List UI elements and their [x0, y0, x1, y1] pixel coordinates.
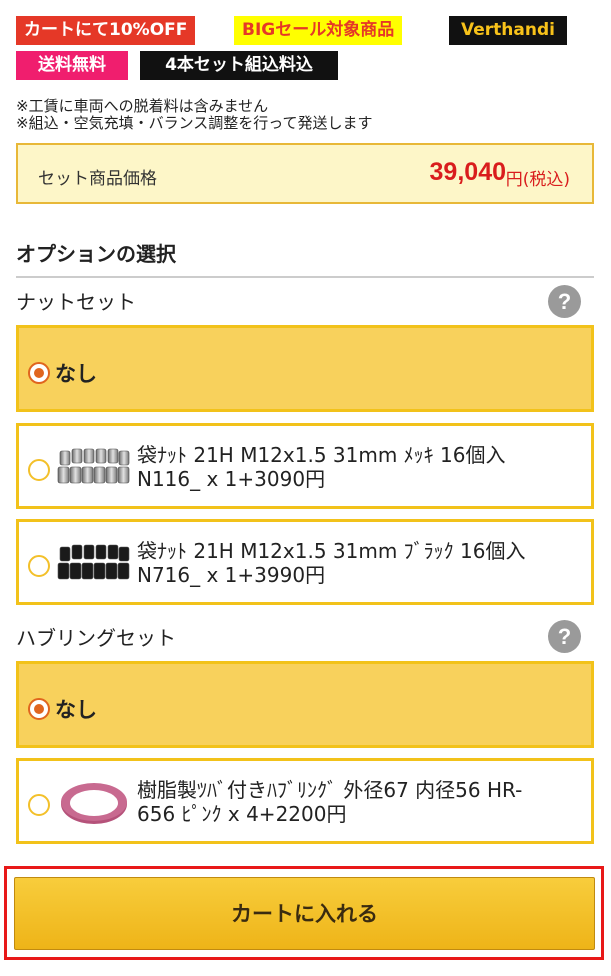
big-sale-tag: BIGセール対象商品 [234, 16, 403, 45]
add-to-cart-button[interactable]: カートに入れる [14, 877, 595, 950]
hub-ring-option-none-label: なし [55, 698, 97, 722]
price-unit: 円(税込) [505, 170, 570, 190]
nut-option-chrome-line1: 袋ﾅｯﾄ 21H M12x1.5 31mm ﾒｯｷ 16個入 [137, 443, 506, 467]
nut-option-black[interactable]: 袋ﾅｯﾄ 21H M12x1.5 31mm ﾌﾞﾗｯｸ 16個入 N716_ x… [16, 519, 594, 605]
set-assembly-tag: 4本セット組込料込 [140, 51, 338, 80]
options-divider [16, 276, 594, 278]
nut-option-chrome-line2: N116_ x 1+3090円 [137, 467, 326, 491]
radio-icon[interactable] [28, 459, 50, 481]
price-label: セット商品価格 [38, 169, 157, 189]
hub-ring-option-pink-line2: 656 ﾋﾟﾝｸ x 4+2200円 [137, 802, 347, 826]
hub-ring-set-label: ハブリングセット [16, 626, 176, 650]
options-title: オプションの選択 [16, 242, 176, 266]
free-shipping-tag: 送料無料 [16, 51, 128, 80]
nut-option-black-line2: N716_ x 1+3990円 [137, 563, 326, 587]
hub-ring-help-icon[interactable]: ? [548, 620, 581, 653]
nut-option-black-line1: 袋ﾅｯﾄ 21H M12x1.5 31mm ﾌﾞﾗｯｸ 16個入 [137, 539, 526, 563]
note-line-1: ※工賃に車両への脱着料は含みません [16, 97, 269, 115]
hub-ring-option-pink[interactable]: 樹脂製ﾂﾊﾞ付きﾊﾌﾞﾘﾝｸﾞ 外径67 内径56 HR- 656 ﾋﾟﾝｸ x… [16, 758, 594, 844]
hub-ring-option-pink-line1: 樹脂製ﾂﾊﾞ付きﾊﾌﾞﾘﾝｸﾞ 外径67 内径56 HR- [137, 778, 523, 802]
nut-set-label: ナットセット [16, 290, 136, 314]
radio-icon[interactable] [28, 698, 50, 720]
discount-tag: カートにて10%OFF [16, 16, 196, 45]
nut-option-none-label: なし [55, 362, 97, 386]
brand-tag: Verthandi [449, 16, 567, 45]
hub-ring-option-none[interactable]: なし [16, 661, 594, 748]
chrome-lug-nuts-image [57, 448, 130, 484]
nut-option-none[interactable]: なし [16, 325, 594, 412]
pink-hub-ring-image [61, 783, 127, 824]
nut-option-chrome[interactable]: 袋ﾅｯﾄ 21H M12x1.5 31mm ﾒｯｷ 16個入 N116_ x 1… [16, 423, 594, 509]
note-line-2: ※組込・空気充填・バランス調整を行って発送します [16, 114, 373, 132]
radio-icon[interactable] [28, 362, 50, 384]
price-value: 39,040 [429, 158, 506, 186]
radio-icon[interactable] [28, 555, 50, 577]
nut-set-help-icon[interactable]: ? [548, 285, 581, 318]
notes: ※工賃に車両への脱着料は含みません ※組込・空気充填・バランス調整を行って発送し… [16, 98, 373, 132]
set-price-box: セット商品価格 39,040 円(税込) [16, 143, 594, 204]
radio-icon[interactable] [28, 794, 50, 816]
black-lug-nuts-image [57, 544, 130, 580]
